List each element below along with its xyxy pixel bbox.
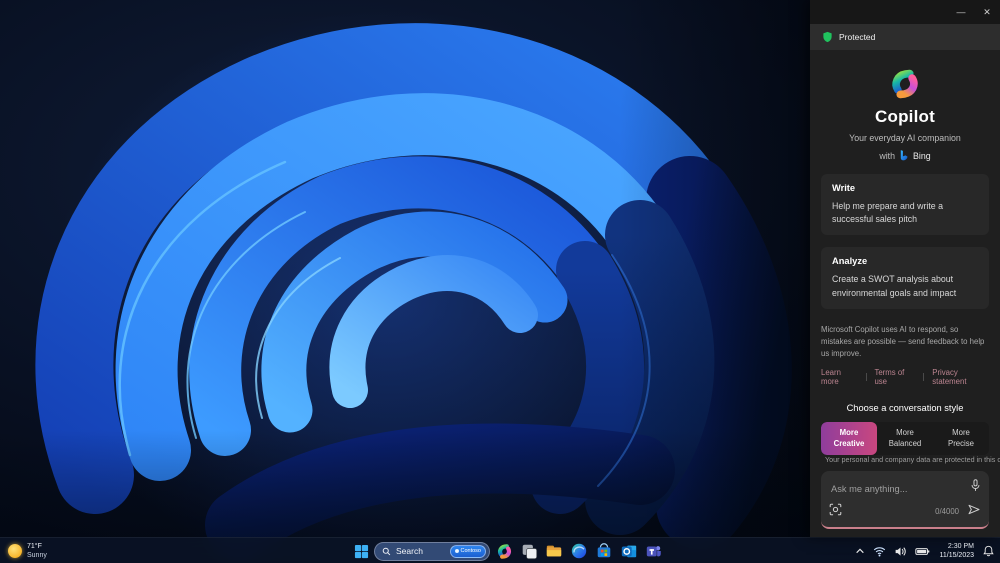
- taskbar-app-microsoft-store[interactable]: [593, 540, 615, 562]
- edge-icon: [571, 543, 587, 559]
- badge-icon: [454, 549, 459, 553]
- search-icon: [382, 547, 391, 555]
- card-body: Create a SWOT analysis about environment…: [832, 274, 957, 298]
- copilot-subtitle: Your everyday AI companion: [849, 133, 961, 143]
- protected-label: Protected: [839, 32, 876, 42]
- taskbar-app-edge[interactable]: [568, 540, 590, 562]
- style-more-precise[interactable]: More Precise: [933, 422, 989, 455]
- screenshot-icon[interactable]: [829, 503, 842, 521]
- conversation-style-heading: Choose a conversation style: [846, 402, 964, 413]
- bing-label: Bing: [913, 150, 931, 161]
- panel-titlebar: — ✕: [810, 0, 1000, 24]
- style-label-line1: More: [896, 427, 914, 437]
- input-bottom-row: 0/4000: [829, 503, 981, 521]
- suggestion-card-analyze[interactable]: Analyze Create a SWOT analysis about env…: [821, 247, 989, 309]
- weather-temp: 71°F: [27, 542, 42, 550]
- taskbar-app-file-explorer[interactable]: [543, 540, 565, 562]
- screen: — ✕ Protected Copilot Your everyday AI c…: [0, 0, 1000, 563]
- style-label-line2: Balanced: [888, 439, 922, 449]
- style-label-line1: More: [839, 427, 859, 437]
- notification-bell-icon[interactable]: [982, 540, 995, 562]
- copilot-app-icon: [497, 543, 511, 559]
- tray-chevron-icon[interactable]: [854, 540, 866, 562]
- taskbar-app-outlook[interactable]: [618, 540, 640, 562]
- send-icon[interactable]: [967, 503, 981, 521]
- privacy-link[interactable]: Privacy statement: [932, 368, 989, 386]
- taskbar-app-task-view[interactable]: [518, 540, 540, 562]
- taskbar-center: Search Contoso: [352, 538, 665, 563]
- privacy-note-text: Your personal and company data are prote…: [825, 454, 1000, 464]
- clock[interactable]: 2:30 PM 11/15/2023: [937, 542, 976, 560]
- search-highlight-badge[interactable]: Contoso: [449, 544, 486, 558]
- chat-input-box[interactable]: 0/4000: [821, 470, 989, 529]
- wifi-icon[interactable]: [872, 540, 887, 562]
- privacy-note: Your personal and company data are prote…: [821, 455, 1000, 464]
- teams-icon: [646, 546, 661, 557]
- card-title: Write: [832, 183, 856, 193]
- sun-icon: [8, 544, 22, 558]
- search-label: Search: [396, 546, 423, 556]
- microphone-icon[interactable]: [970, 478, 981, 497]
- link-divider: [865, 372, 867, 381]
- outlook-icon: [621, 545, 637, 558]
- style-more-creative[interactable]: More Creative: [821, 421, 877, 455]
- tray-date: 11/15/2023: [939, 552, 974, 559]
- legal-links: Learn more Terms of use Privacy statemen…: [821, 368, 989, 386]
- start-button[interactable]: [352, 540, 371, 562]
- taskbar-app-copilot[interactable]: [493, 540, 515, 562]
- card-body: Help me prepare and write a successful s…: [832, 201, 943, 225]
- style-more-balanced[interactable]: More Balanced: [877, 422, 933, 455]
- minimize-button[interactable]: —: [948, 0, 974, 24]
- suggestion-card-write[interactable]: Write Help me prepare and write a succes…: [821, 174, 989, 236]
- taskbar: 71°F Sunny Search Contoso 2:30 PM 11/15/…: [0, 537, 1000, 563]
- copilot-panel: — ✕ Protected Copilot Your everyday AI c…: [810, 0, 1000, 537]
- panel-body: Copilot Your everyday AI companion with …: [810, 50, 1000, 538]
- copilot-title: Copilot: [875, 107, 935, 126]
- tray-time: 2:30 PM: [947, 542, 974, 550]
- ai-disclaimer: Microsoft Copilot uses AI to respond, so…: [821, 324, 985, 358]
- shield-icon: [823, 31, 832, 43]
- weather-widget[interactable]: 71°F Sunny: [8, 538, 47, 563]
- card-title: Analyze: [832, 256, 868, 267]
- with-label: with: [879, 150, 896, 161]
- learn-more-link[interactable]: Learn more: [821, 368, 858, 386]
- conversation-style-toggle: More Creative More Balanced More Precise: [821, 421, 989, 455]
- bing-icon: [900, 150, 908, 161]
- close-button[interactable]: ✕: [974, 0, 1000, 24]
- char-counter: 0/4000: [935, 507, 959, 517]
- system-tray: 2:30 PM 11/15/2023: [854, 538, 995, 563]
- battery-icon[interactable]: [914, 540, 931, 562]
- microsoft-store-icon: [597, 543, 611, 558]
- weather-condition: Sunny: [27, 552, 47, 559]
- volume-icon[interactable]: [893, 540, 908, 562]
- badge-label: Contoso: [460, 548, 482, 554]
- search-box[interactable]: Search Contoso: [374, 541, 490, 561]
- style-label-line2: Precise: [948, 439, 974, 449]
- file-explorer-icon: [546, 545, 562, 557]
- link-divider: [923, 372, 925, 381]
- ask-input[interactable]: [831, 483, 961, 494]
- task-view-icon: [522, 544, 537, 559]
- bing-row: with Bing: [821, 149, 989, 162]
- windows-logo-icon: [354, 544, 369, 558]
- style-label-line2: Creative: [833, 439, 865, 449]
- taskbar-app-teams[interactable]: [643, 540, 665, 562]
- copilot-logo-icon: [885, 65, 925, 103]
- style-label-line1: More: [952, 427, 970, 437]
- terms-link[interactable]: Terms of use: [874, 368, 915, 386]
- protected-bar: Protected: [810, 24, 1000, 50]
